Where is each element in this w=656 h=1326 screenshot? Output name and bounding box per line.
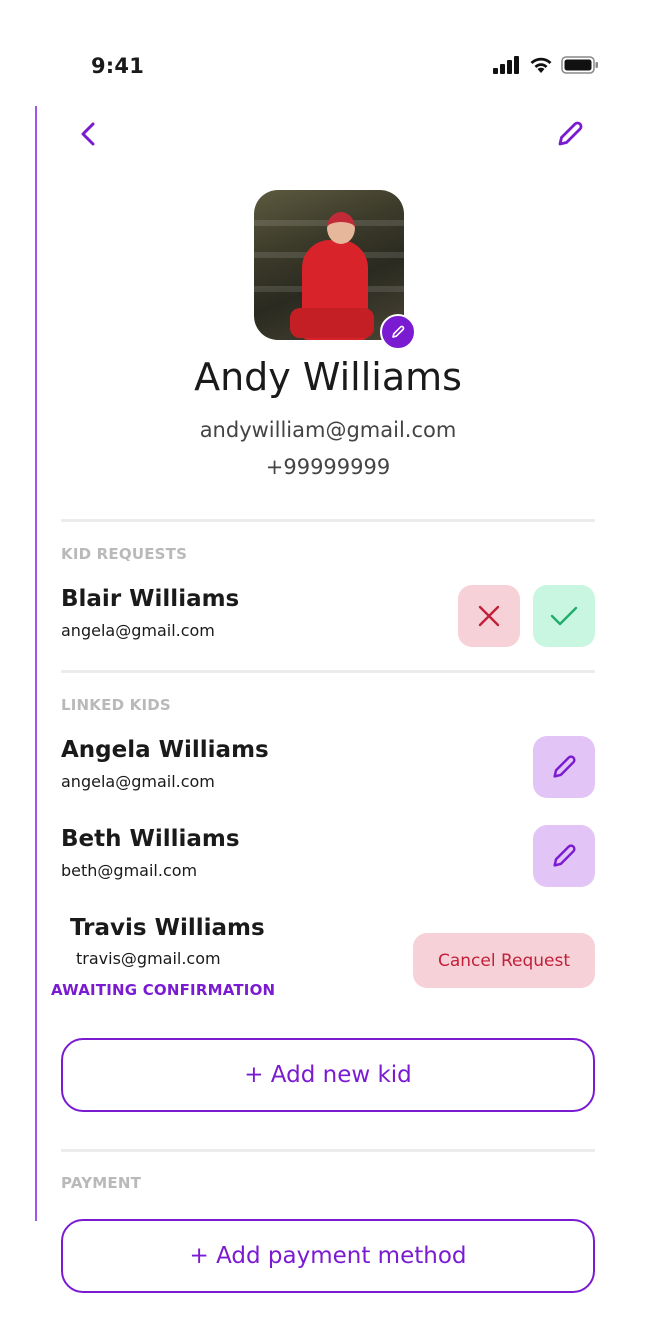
section-label-payment: PAYMENT: [61, 1174, 142, 1192]
back-button[interactable]: [72, 118, 104, 150]
battery-icon: [561, 56, 598, 74]
pencil-icon: [558, 121, 583, 146]
status-bar: 9:41: [0, 0, 656, 100]
divider: [61, 1149, 595, 1152]
profile-email: andywilliam@gmail.com: [199, 418, 457, 442]
accept-request-button[interactable]: [533, 585, 595, 647]
check-icon: [550, 606, 578, 626]
pencil-icon: [553, 844, 576, 867]
reject-request-button[interactable]: [458, 585, 520, 647]
linked-kid-email: angela@gmail.com: [61, 772, 215, 791]
cancel-request-button[interactable]: Cancel Request: [413, 933, 595, 988]
linked-kid-name: Beth Williams: [61, 826, 240, 852]
frame-edge: [35, 106, 37, 1221]
request-kid-name: Blair Williams: [61, 586, 240, 612]
pending-kid-email: travis@gmail.com: [76, 949, 221, 968]
profile-name: Andy Williams: [194, 355, 462, 399]
avatar: [254, 190, 404, 340]
close-icon: [478, 605, 500, 627]
pencil-icon: [553, 755, 576, 778]
pending-kid-name: Travis Williams: [70, 915, 265, 941]
wifi-icon: [530, 57, 552, 73]
status-time: 9:41: [91, 54, 145, 78]
chevron-left-icon: [81, 122, 95, 146]
signal-icon: [493, 56, 519, 74]
profile-phone: +99999999: [265, 455, 391, 479]
linked-kid-name: Angela Williams: [61, 737, 269, 763]
awaiting-status: AWAITING CONFIRMATION: [51, 981, 276, 999]
edit-kid-button[interactable]: [533, 825, 595, 887]
edit-profile-button[interactable]: [552, 116, 588, 152]
divider: [61, 670, 595, 673]
linked-kid-email: beth@gmail.com: [61, 861, 198, 880]
status-icons: [493, 56, 599, 74]
add-kid-button[interactable]: + Add new kid: [61, 1038, 595, 1112]
avatar-person-head: [327, 212, 355, 244]
avatar-edit-button[interactable]: [380, 314, 416, 350]
edit-kid-button[interactable]: [533, 736, 595, 798]
request-kid-email: angela@gmail.com: [61, 621, 215, 640]
pencil-icon: [392, 325, 405, 338]
section-label-kid-requests: KID REQUESTS: [61, 545, 188, 563]
section-label-linked-kids: LINKED KIDS: [61, 696, 171, 714]
add-payment-method-button[interactable]: + Add payment method: [61, 1219, 595, 1293]
avatar-person-legs: [290, 308, 374, 338]
avatar-container: [254, 190, 416, 350]
divider: [61, 519, 595, 522]
